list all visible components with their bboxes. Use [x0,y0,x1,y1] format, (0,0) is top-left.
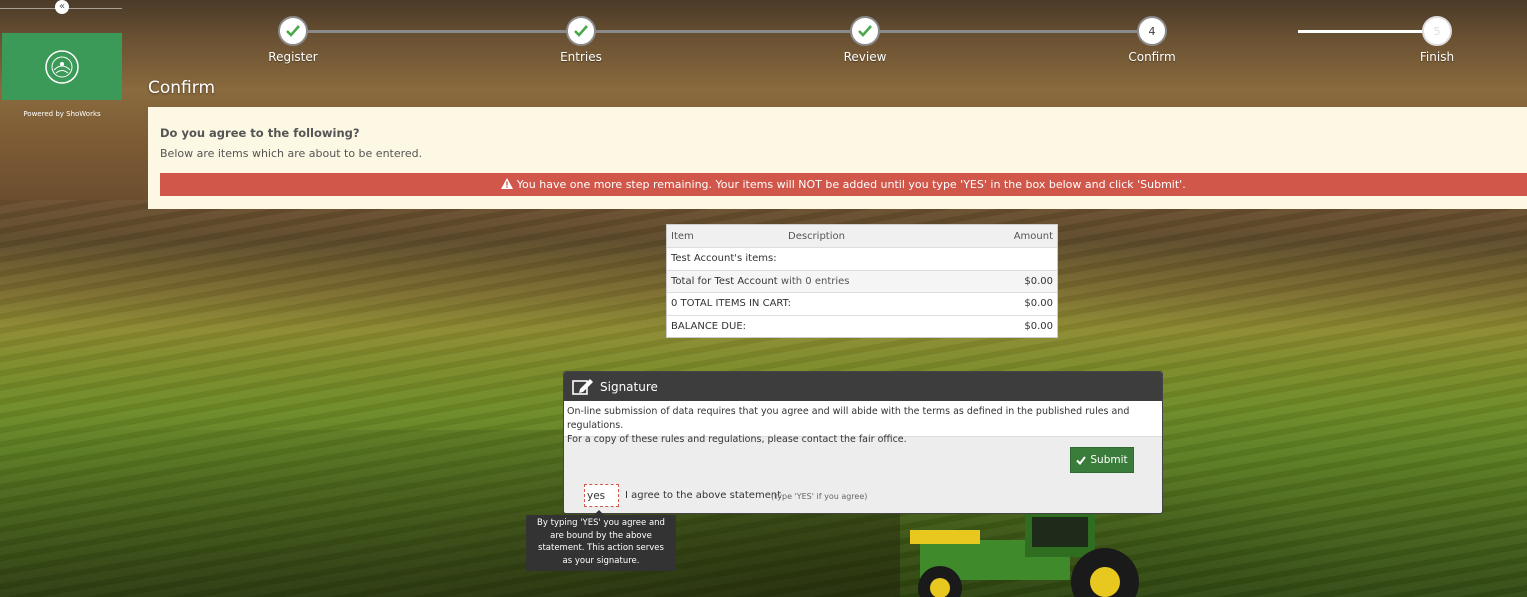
step-review[interactable]: Review [805,14,925,64]
column-header-amount: Amount [1013,230,1053,242]
table-row: Test Account's items: [667,247,1057,270]
step-entries[interactable]: Entries [521,14,641,64]
agree-label: I agree to the above statement [625,490,782,501]
agree-hint: (type 'YES' if you agree) [771,492,868,501]
step-review-circle [850,16,880,46]
signature-tooltip: By typing 'YES' you agree and are bound … [526,510,676,571]
edit-icon [572,378,593,395]
group-label: Test Account's items: [671,253,777,265]
total-amount: $0.00 [1024,275,1053,287]
check-icon [858,25,872,37]
warning-icon [501,178,514,189]
table-row: BALANCE DUE: $0.00 [667,314,1057,338]
total-items-amount: $0.00 [1024,298,1053,310]
column-header-item: Item [671,230,694,242]
warning-alert-text: You have one more step remaining. Your i… [516,178,1186,191]
total-label: Total for Test Account [671,275,778,287]
cart-items-table: Item Description Amount Test Account's i… [666,224,1058,338]
signature-panel: Signature On-line submission of data req… [563,371,1163,514]
total-for-account: Total for Test Account with 0 entries [671,276,983,287]
terms-line: On-line submission of data requires that… [567,406,1130,431]
terms-line: For a copy of these rules and regulation… [567,434,907,445]
powered-by-text: Powered by ShoWorks [23,110,101,118]
step-finish: 5 Finish [1377,14,1497,64]
tractor-image [910,512,1139,597]
table-row: Total for Test Account with 0 entries $0… [667,269,1057,292]
progress-stepper: Register Entries Review 4 Confirm 5 Fini… [150,14,1527,69]
total-entries-count: with 0 entries [780,275,850,287]
total-items-label: 0 TOTAL ITEMS IN CART: [671,298,792,310]
check-icon [574,25,588,37]
balance-due-amount: $0.00 [1024,320,1053,332]
step-confirm: 4 Confirm [1092,14,1212,64]
signature-yes-input[interactable] [584,484,619,507]
step-label: Confirm [1128,50,1176,64]
balance-due-label: BALANCE DUE: [671,320,747,332]
check-icon [286,25,300,37]
check-icon [1076,455,1087,465]
signature-terms: On-line submission of data requires that… [564,401,1162,445]
agreement-subtitle: Below are items which are about to be en… [160,147,423,160]
step-label: Register [268,50,318,64]
collapse-sidebar-button[interactable]: « [55,0,69,14]
signature-header: Signature [564,372,1162,401]
agreement-question: Do you agree to the following? [160,126,360,140]
agreement-notice-panel: Do you agree to the following? Below are… [148,107,1527,209]
step-label: Entries [560,50,602,64]
warning-alert-bar: You have one more step remaining. Your i… [160,173,1527,196]
step-finish-circle: 5 [1422,16,1452,46]
step-confirm-circle: 4 [1137,16,1167,46]
step-register-circle [278,16,308,46]
table-header-row: Item Description Amount [667,225,1057,247]
step-label: Review [843,50,887,64]
step-register[interactable]: Register [233,14,353,64]
fair-logo-emblem [45,49,79,84]
step-label: Finish [1419,50,1455,64]
page-title: Confirm [148,78,216,98]
submit-button[interactable]: Submit [1070,447,1134,473]
signature-title: Signature [600,379,658,394]
fair-logo [2,33,122,100]
table-row: 0 TOTAL ITEMS IN CART: $0.00 [667,292,1057,315]
submit-label: Submit [1090,454,1128,466]
column-header-description: Description [788,230,845,242]
step-entries-circle [566,16,596,46]
